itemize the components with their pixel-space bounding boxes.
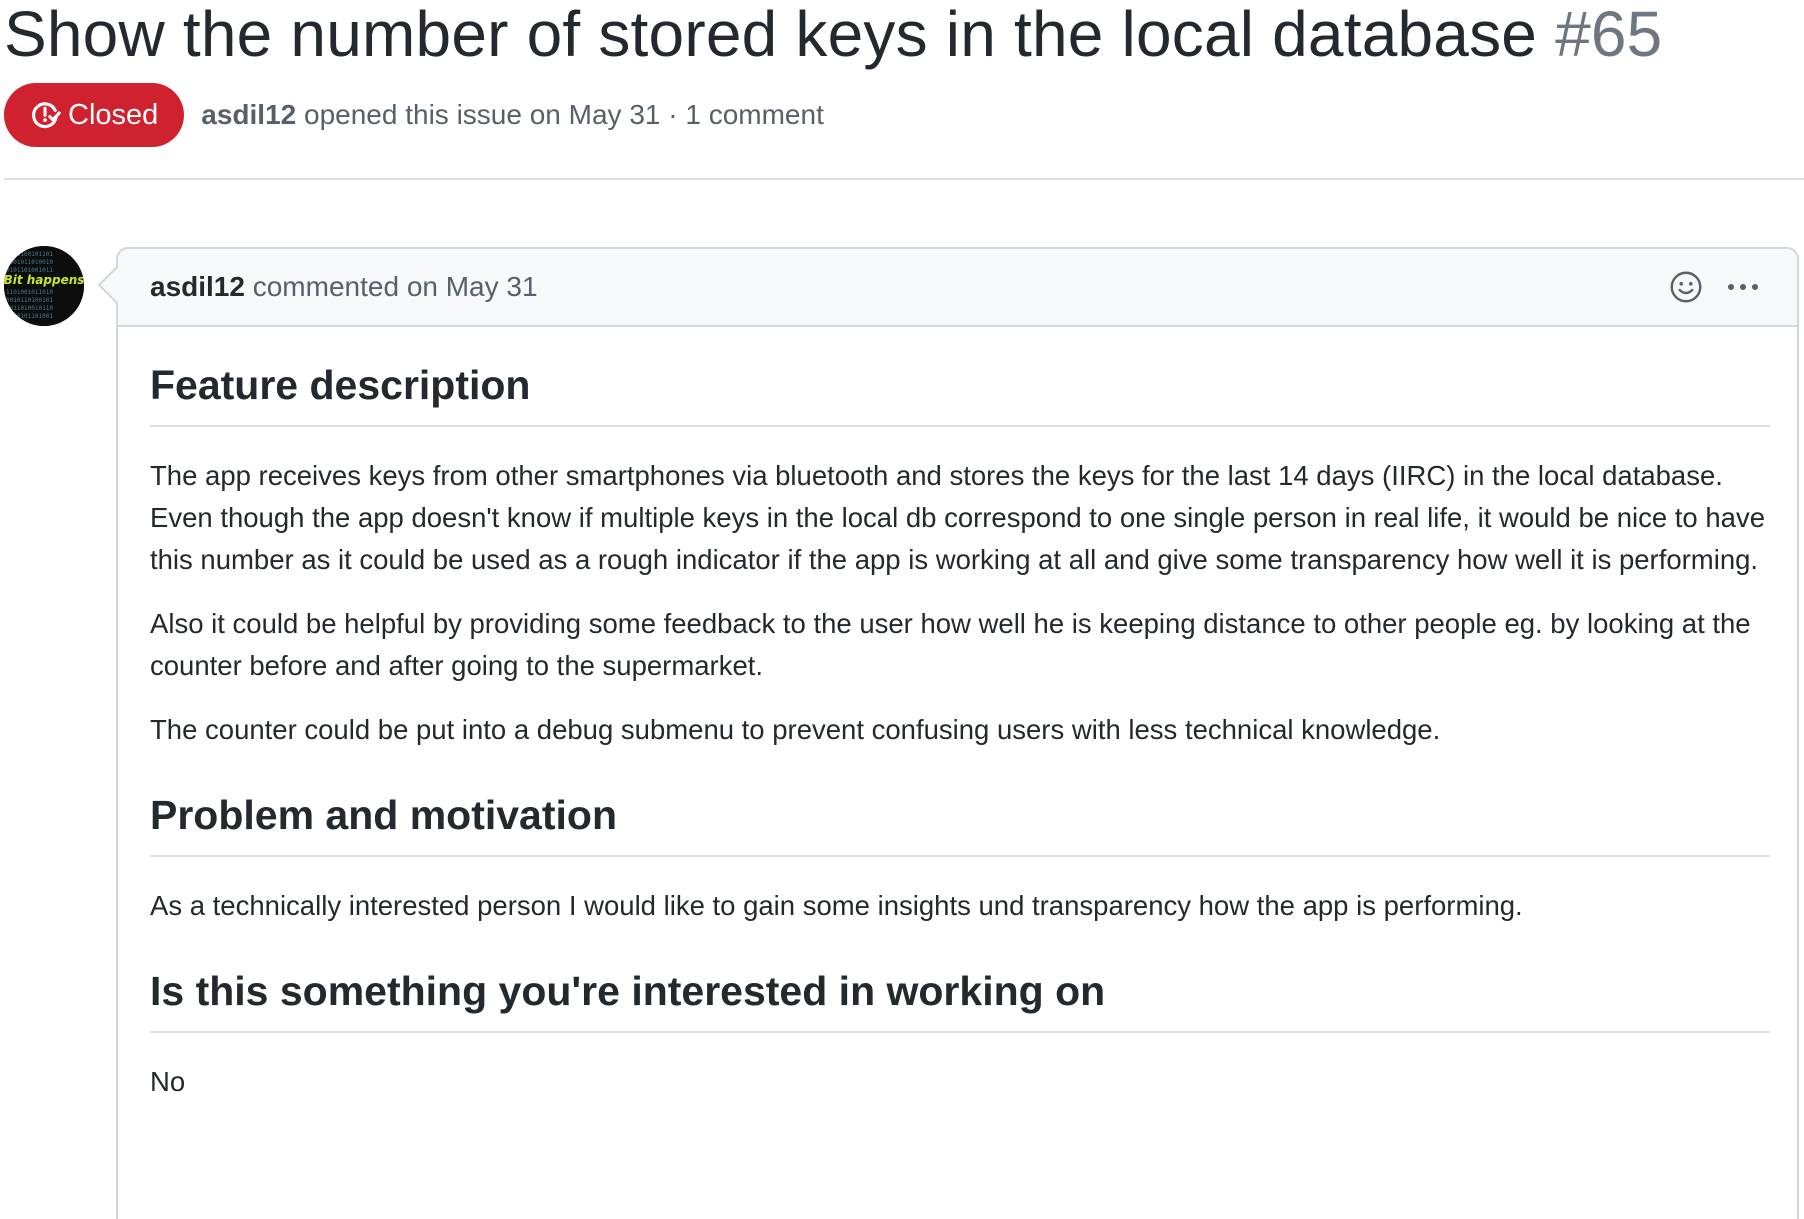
section-heading-feature-description: Feature description bbox=[150, 357, 1770, 427]
header-divider bbox=[4, 178, 1804, 180]
issue-meta-text: asdil12 opened this issue on May 31 · 1 … bbox=[201, 99, 824, 131]
working-on-paragraph: No bbox=[150, 1066, 186, 1097]
avatar-logo-text: Bit happens bbox=[4, 273, 84, 287]
issue-title-text: Show the number of stored keys in the lo… bbox=[4, 0, 1538, 70]
svg-text:0100101101001: 0100101101001 bbox=[6, 313, 53, 320]
comment-body: Feature description The app receives key… bbox=[150, 327, 1770, 1103]
feature-paragraph: The counter could be put into a debug su… bbox=[150, 714, 1441, 745]
issue-author-link[interactable]: asdil12 bbox=[201, 99, 296, 130]
issue-page: Show the number of stored keys in the lo… bbox=[0, 0, 1804, 1219]
motivation-paragraph: As a technically interested person I wou… bbox=[150, 890, 1523, 921]
issue-title: Show the number of stored keys in the lo… bbox=[4, 0, 1662, 74]
comment-header-text: asdil12 commented on May 31 bbox=[150, 271, 538, 303]
state-badge[interactable]: Closed bbox=[4, 83, 185, 147]
issue-opened-text: opened this issue on May 31 · 1 comment bbox=[304, 99, 824, 130]
feature-paragraph: Also it could be helpful by providing so… bbox=[150, 608, 1751, 681]
svg-text:1001011010010: 1001011010010 bbox=[6, 259, 53, 266]
comment-action: commented bbox=[252, 271, 400, 302]
feature-paragraph: The app receives keys from other smartph… bbox=[150, 460, 1765, 575]
smiley-icon[interactable] bbox=[1668, 269, 1704, 305]
section-heading-problem-and-motivation: Problem and motivation bbox=[150, 787, 1770, 857]
svg-text:0010110100101: 0010110100101 bbox=[6, 297, 53, 304]
comment-date-link[interactable]: on May 31 bbox=[407, 271, 538, 302]
svg-text:0110100101101: 0110100101101 bbox=[6, 251, 53, 258]
issue-meta: Closed asdil12 opened this issue on May … bbox=[4, 83, 824, 147]
state-label: Closed bbox=[68, 98, 159, 131]
section-heading-working-on: Is this something you're interested in w… bbox=[150, 963, 1770, 1033]
comment-author-link[interactable]: asdil12 bbox=[150, 271, 245, 302]
comment-header: asdil12 commented on May 31 bbox=[118, 249, 1797, 327]
svg-text:1011010010110: 1011010010110 bbox=[6, 305, 53, 312]
kebab-horizontal-icon[interactable] bbox=[1723, 269, 1763, 305]
issue-number: #65 bbox=[1555, 0, 1663, 70]
svg-text:1101001011010: 1101001011010 bbox=[6, 289, 53, 296]
comment-box: asdil12 commented on May 31 Feature desc… bbox=[116, 247, 1799, 1219]
issue-closed-icon bbox=[28, 98, 62, 132]
avatar[interactable]: 0110100101101 1001011010010 010110100101… bbox=[4, 246, 84, 326]
